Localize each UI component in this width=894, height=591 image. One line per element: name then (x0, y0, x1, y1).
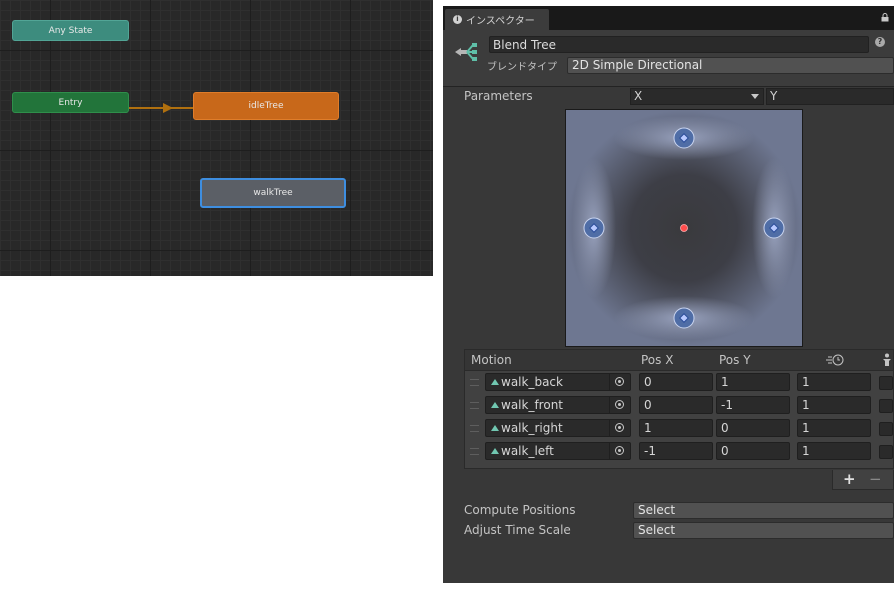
inspector-tab[interactable]: i インスペクター (445, 9, 549, 30)
compute-positions-dropdown[interactable]: Select (633, 502, 894, 519)
entry-label: Entry (58, 97, 83, 108)
parameter-y-value: Y (770, 89, 778, 103)
time-scale-field[interactable]: 1 (797, 373, 871, 391)
mirror-checkbox[interactable] (879, 422, 893, 436)
parameter-x-value: X (634, 89, 643, 103)
any-state-label: Any State (48, 25, 93, 36)
motion-table-header: Motion Pos X Pos Y (465, 350, 893, 371)
pos-x-field[interactable]: 0 (639, 373, 713, 391)
pos-y-field[interactable]: 0 (716, 442, 790, 460)
object-picker-icon (615, 423, 624, 432)
object-name-field[interactable]: Blend Tree (489, 36, 869, 53)
motion-clip-name: walk_right (501, 421, 563, 435)
any-state-node[interactable]: Any State (12, 20, 129, 41)
inspector-tab-bar: i インスペクター (443, 6, 894, 30)
mirror-icon (883, 353, 891, 366)
pos-y-field[interactable]: 0 (716, 419, 790, 437)
object-picker-button[interactable] (609, 397, 630, 413)
info-icon: i (453, 15, 462, 24)
time-scale-field[interactable]: 1 (797, 419, 871, 437)
pos-x-field[interactable]: 0 (639, 396, 713, 414)
mirror-checkbox[interactable] (879, 376, 893, 390)
motion-clip-name: walk_front (501, 398, 563, 412)
mirror-checkbox[interactable] (879, 399, 893, 413)
adjust-time-scale-dropdown[interactable]: Select (633, 522, 894, 539)
dropdown-arrow-icon (751, 94, 759, 99)
object-picker-icon (615, 400, 624, 409)
compute-positions-label: Compute Positions (464, 503, 576, 517)
idle-tree-label: idleTree (248, 101, 284, 111)
time-scale-field[interactable]: 1 (797, 442, 871, 460)
animator-graph[interactable]: Any State Entry idleTree walkTree (0, 0, 433, 276)
object-picker-icon (615, 446, 624, 455)
drag-handle-icon[interactable] (470, 402, 479, 409)
blend-type-dropdown[interactable]: 2D Simple Directional (567, 57, 894, 74)
pos-y-field[interactable]: -1 (716, 396, 790, 414)
animation-clip-icon (491, 425, 499, 431)
pos-x-column-header: Pos X (641, 353, 674, 367)
blend-space-graph[interactable] (565, 109, 803, 347)
motion-row: walk_front 0 -1 1 (465, 394, 893, 417)
object-picker-button[interactable] (609, 374, 630, 390)
animation-clip-icon (491, 379, 499, 385)
pos-x-field[interactable]: 1 (639, 419, 713, 437)
adjust-time-scale-label: Adjust Time Scale (464, 523, 571, 537)
pos-x-field[interactable]: -1 (639, 442, 713, 460)
blend-tree-icon (455, 43, 477, 61)
motion-row: walk_back 0 1 1 (465, 371, 893, 394)
help-icon[interactable]: ? (875, 37, 885, 47)
time-scale-icon (826, 354, 844, 366)
walk-tree-node[interactable]: walkTree (200, 178, 346, 208)
pos-y-field[interactable]: 1 (716, 373, 790, 391)
motion-clip-field[interactable]: walk_left (485, 442, 631, 460)
animation-clip-icon (491, 448, 499, 454)
remove-motion-button[interactable]: − (869, 470, 882, 488)
pos-y-column-header: Pos Y (719, 353, 751, 367)
list-footer: + − (832, 470, 894, 490)
time-scale-field[interactable]: 1 (797, 396, 871, 414)
motion-clip-field[interactable]: walk_back (485, 373, 631, 391)
motion-clip-field[interactable]: walk_front (485, 396, 631, 414)
lock-icon[interactable] (881, 13, 889, 22)
inspector-panel: i インスペクター Blend Tree ? ブレンドタイプ 2D Simple… (443, 6, 894, 583)
drag-handle-icon[interactable] (470, 448, 479, 455)
object-picker-button[interactable] (609, 420, 630, 436)
object-picker-button[interactable] (609, 443, 630, 459)
entry-node[interactable]: Entry (12, 92, 129, 113)
animation-clip-icon (491, 402, 499, 408)
transition-arrow[interactable] (129, 102, 193, 114)
parameter-y-dropdown[interactable]: Y (766, 88, 894, 105)
drag-handle-icon[interactable] (470, 425, 479, 432)
add-motion-button[interactable]: + (843, 470, 856, 488)
parameters-label: Parameters (464, 89, 533, 103)
motion-row: walk_left -1 0 1 (465, 440, 893, 463)
motion-table: Motion Pos X Pos Y walk_back 0 1 1 walk_fron… (464, 349, 894, 469)
object-picker-icon (615, 377, 624, 386)
blend-type-label: ブレンドタイプ (487, 62, 557, 73)
parameter-x-dropdown[interactable]: X (630, 88, 764, 105)
drag-handle-icon[interactable] (470, 379, 479, 386)
walk-tree-label: walkTree (253, 188, 293, 198)
motion-clip-field[interactable]: walk_right (485, 419, 631, 437)
mirror-checkbox[interactable] (879, 445, 893, 459)
inspector-tab-label: インスペクター (466, 16, 535, 27)
current-blend-point[interactable] (680, 224, 688, 232)
motion-clip-name: walk_back (501, 375, 563, 389)
motion-clip-name: walk_left (501, 444, 554, 458)
motion-row: walk_right 1 0 1 (465, 417, 893, 440)
motion-column-header: Motion (471, 353, 512, 367)
idle-tree-node[interactable]: idleTree (193, 92, 339, 120)
